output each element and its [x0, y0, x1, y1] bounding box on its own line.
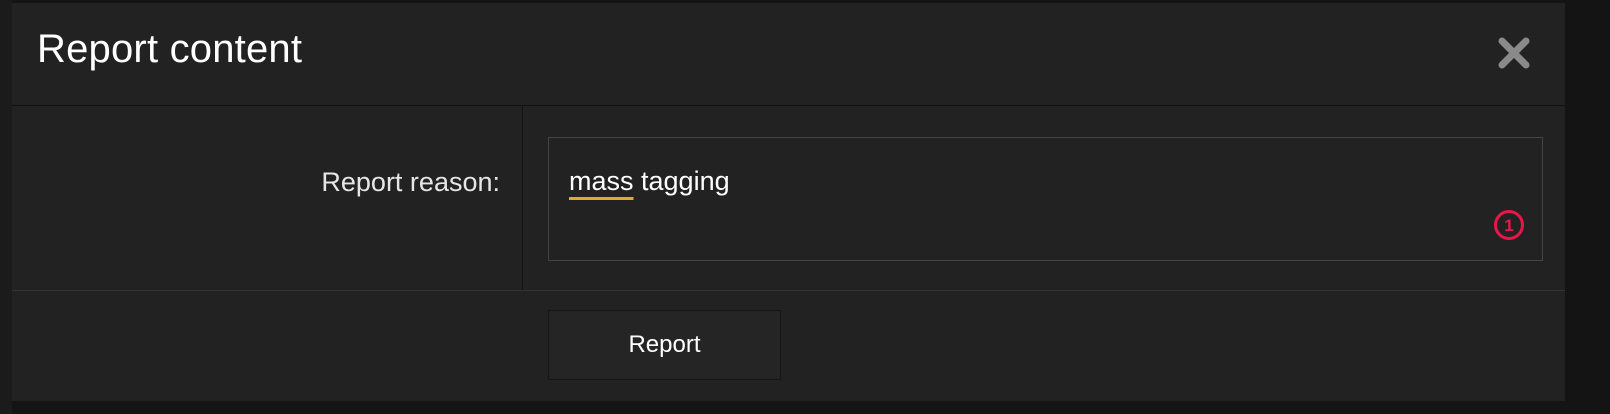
report-content-dialog: Report content Report reason: mass taggi…	[12, 3, 1565, 401]
report-reason-label: Report reason:	[321, 167, 500, 197]
misspelled-word: mass	[569, 166, 634, 196]
report-reason-value: mass tagging	[569, 166, 730, 197]
close-x-icon	[1498, 37, 1530, 69]
reason-value-rest: tagging	[633, 166, 730, 196]
report-reason-textarea[interactable]: mass tagging 1	[548, 137, 1543, 261]
label-cell: Report reason:	[12, 106, 523, 290]
page-backdrop	[0, 0, 12, 414]
dialog-footer: Report	[12, 291, 1565, 401]
report-button[interactable]: Report	[548, 310, 781, 380]
grammar-check-badge[interactable]: 1	[1494, 210, 1524, 240]
dialog-header: Report content	[12, 3, 1565, 106]
report-reason-row: Report reason: mass tagging 1	[12, 106, 1565, 291]
close-button[interactable]	[1494, 33, 1534, 73]
dialog-title: Report content	[37, 27, 303, 71]
